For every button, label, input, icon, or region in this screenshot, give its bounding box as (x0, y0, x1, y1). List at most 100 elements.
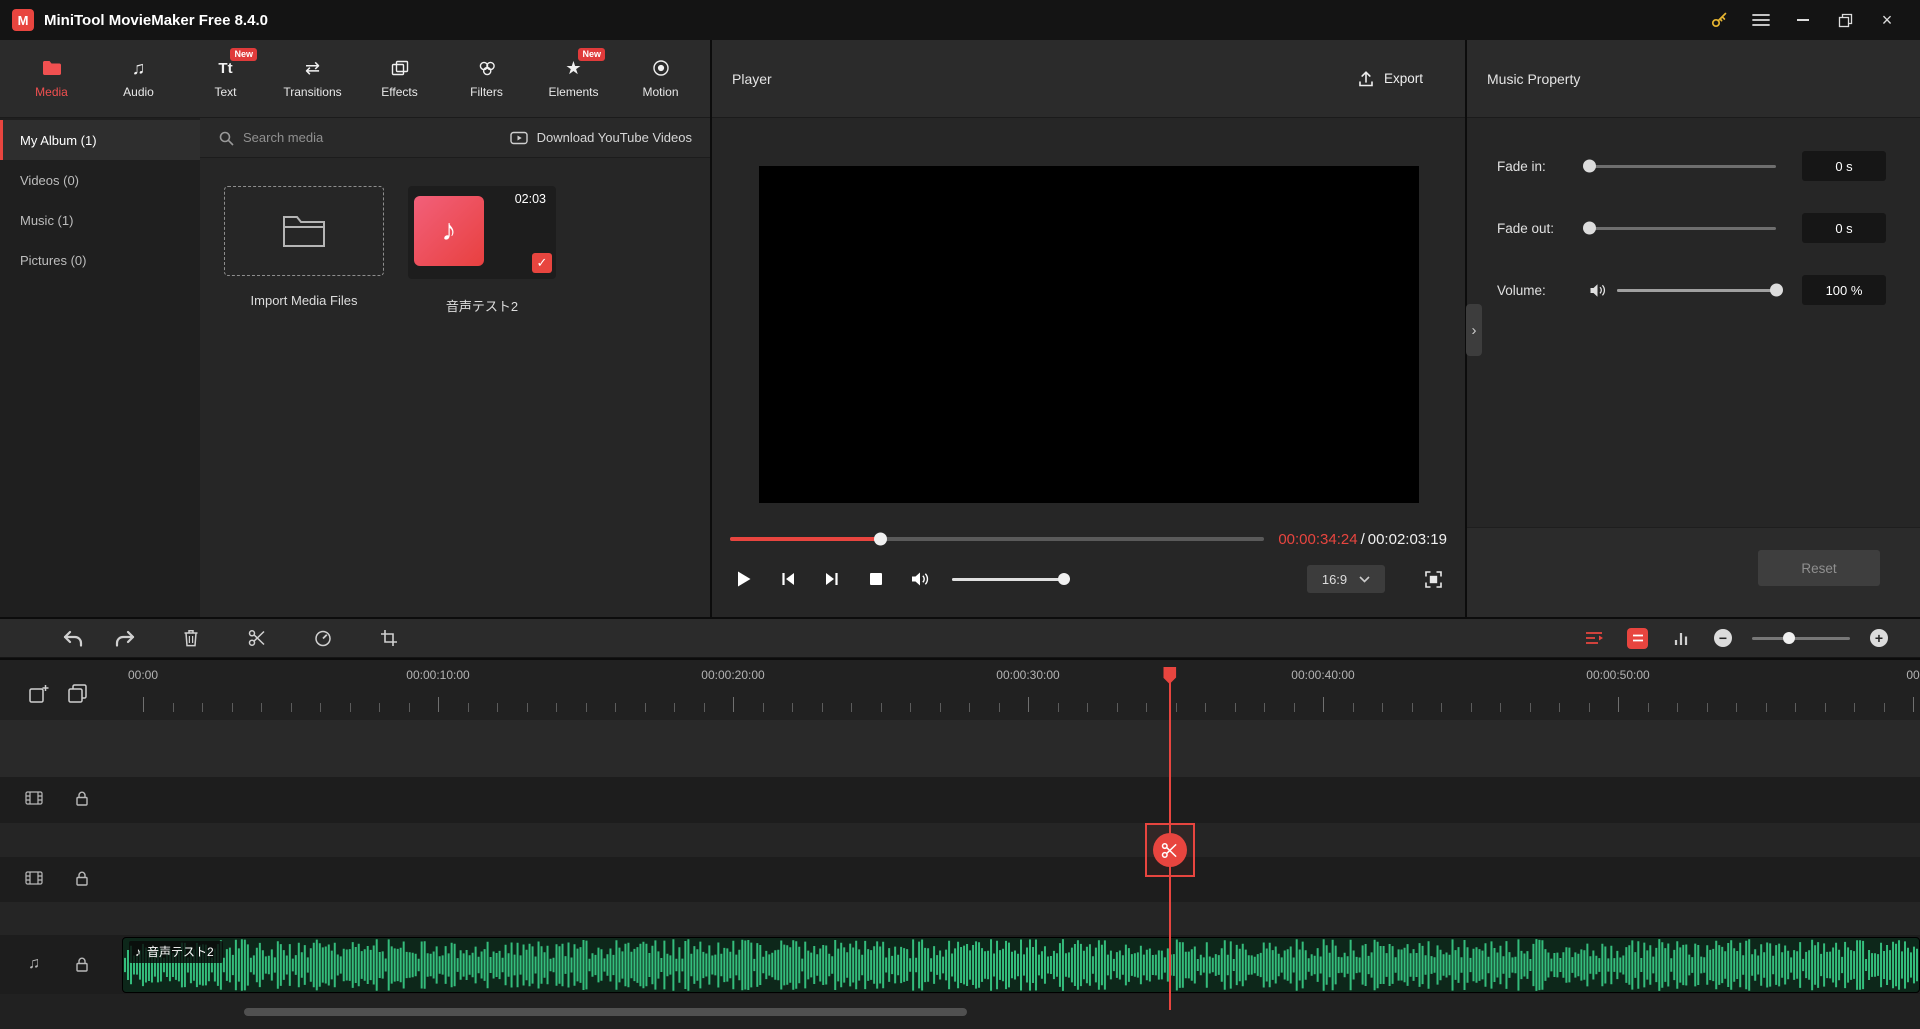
download-youtube-link[interactable]: Download YouTube Videos (509, 130, 692, 145)
next-frame-button[interactable] (820, 567, 844, 591)
film-track-icon (24, 868, 44, 888)
close-button[interactable]: × (1866, 0, 1908, 40)
media-item-name: 音声テスト2 (445, 299, 519, 314)
clip-label-chip: ♪ 音声テスト2 (129, 941, 223, 963)
music-note-icon: ♪ (441, 214, 457, 247)
lock-icon[interactable] (72, 788, 92, 808)
sidebar-item-my-album[interactable]: My Album (1) (0, 120, 200, 160)
timeline-canvas[interactable]: 00:00 00:00:10:00 00:00:20:00 00:00:30:00 00… (122, 660, 1920, 1029)
tab-transitions[interactable]: ⇄ Transitions (269, 40, 356, 117)
minimize-button[interactable] (1782, 0, 1824, 40)
aspect-ratio-value: 16:9 (1321, 571, 1348, 587)
seek-bar[interactable] (730, 532, 1265, 546)
player-title: Player (732, 70, 772, 87)
speed-icon[interactable] (310, 625, 336, 651)
audio-meter-icon[interactable] (1668, 625, 1694, 651)
menu-icon[interactable] (1740, 0, 1782, 40)
export-icon (1357, 70, 1375, 88)
music-volume-value: 100 % (1802, 275, 1886, 305)
selected-check-icon[interactable]: ✓ (532, 253, 552, 273)
stop-button[interactable] (864, 567, 888, 591)
sidebar-item-videos[interactable]: Videos (0) (0, 160, 200, 200)
new-badge: New (230, 48, 257, 61)
reset-button[interactable]: Reset (1758, 550, 1880, 586)
zoom-out-icon[interactable]: − (1714, 629, 1732, 647)
text-icon: Tt (218, 59, 233, 77)
maximize-button[interactable] (1824, 0, 1866, 40)
volume-thumb[interactable] (1058, 573, 1071, 585)
volume-row: Volume: 100 % (1497, 268, 1886, 312)
sidebar-item-music[interactable]: Music (1) (0, 200, 200, 240)
timeline-zoom-slider[interactable] (1752, 632, 1850, 644)
music-track-header: ♫ (24, 954, 92, 974)
manage-tracks-icon[interactable] (66, 682, 88, 704)
ruler-label: 00:00:20:00 (701, 668, 765, 682)
tab-filters[interactable]: Filters (443, 40, 530, 117)
timeline-ruler[interactable]: 00:00 00:00:10:00 00:00:20:00 00:00:30:00 00… (122, 660, 1920, 718)
timeline-toolbar-right: − + (1581, 625, 1920, 651)
track2-header (24, 868, 92, 888)
media-item-card[interactable]: ♪ 02:03 ✓ (408, 186, 556, 279)
previous-frame-button[interactable] (776, 567, 800, 591)
fade-out-thumb[interactable] (1583, 221, 1596, 235)
tab-label: Filters (470, 85, 503, 99)
add-track-icon[interactable] (28, 682, 50, 704)
tab-elements[interactable]: New ★ Elements (530, 40, 617, 117)
tab-motion[interactable]: Motion (617, 40, 704, 117)
fade-in-thumb[interactable] (1583, 159, 1596, 173)
search-input[interactable]: Search media (243, 130, 323, 145)
fade-in-slider[interactable] (1583, 159, 1776, 173)
timeline-toolbar: − + (0, 619, 1920, 658)
tab-effects[interactable]: Effects (356, 40, 443, 117)
audio-waveform (123, 939, 1919, 991)
music-note-icon: ♫ (131, 58, 146, 78)
undo-icon[interactable] (60, 625, 86, 651)
seek-thumb[interactable] (873, 532, 887, 546)
play-button[interactable] (732, 567, 756, 591)
import-media-tile: Import Media Files (224, 186, 384, 315)
zoom-thumb[interactable] (1783, 632, 1796, 644)
music-volume-slider[interactable] (1617, 283, 1783, 297)
horizontal-scrollbar[interactable] (244, 1008, 967, 1016)
track-manager-icon[interactable] (1627, 627, 1648, 649)
total-time: 00:02:03:19 (1367, 530, 1447, 548)
collapse-panel-handle[interactable]: › (1466, 304, 1482, 356)
import-media-label: Import Media Files (250, 293, 358, 308)
tab-audio[interactable]: ♫ Audio (95, 40, 182, 117)
lock-icon[interactable] (72, 868, 92, 888)
zoom-in-icon[interactable]: + (1870, 629, 1888, 647)
delete-icon[interactable] (178, 625, 204, 651)
lock-icon[interactable] (72, 954, 92, 974)
aspect-ratio-select[interactable]: 16:9 (1307, 565, 1385, 593)
ruler-label: 00:00:30:00 (996, 668, 1060, 682)
crop-icon[interactable] (376, 625, 402, 651)
album-label: Music (1) (20, 212, 74, 228)
property-title: Music Property (1487, 70, 1581, 87)
tab-media[interactable]: Media (8, 40, 95, 117)
license-key-icon[interactable] (1698, 0, 1740, 40)
seek-progress (730, 532, 887, 546)
music-volume-thumb[interactable] (1770, 283, 1783, 297)
video-preview[interactable] (758, 166, 1419, 503)
fullscreen-button[interactable] (1421, 567, 1445, 591)
search-row: Search media Download YouTube Videos (200, 118, 710, 158)
tab-text[interactable]: New Tt Text (182, 40, 269, 117)
scissors-icon[interactable] (1152, 833, 1187, 867)
import-media-button[interactable] (224, 186, 384, 276)
volume-slider[interactable] (952, 573, 1071, 585)
export-label: Export (1383, 71, 1423, 86)
export-button[interactable]: Export (1357, 70, 1445, 88)
effects-icon (391, 58, 409, 78)
redo-icon[interactable] (112, 625, 138, 651)
sidebar-item-pictures[interactable]: Pictures (0) (0, 240, 200, 280)
split-icon[interactable] (244, 625, 270, 651)
fade-out-slider[interactable] (1583, 221, 1776, 235)
tab-label: Audio (123, 85, 154, 99)
mute-button[interactable] (908, 567, 932, 591)
audio-clip[interactable]: ♪ 音声テスト2 (122, 937, 1920, 993)
current-time: 00:00:34:24 (1278, 530, 1358, 548)
split-tool[interactable] (1144, 823, 1195, 877)
fit-timeline-icon[interactable] (1581, 625, 1607, 651)
tab-label: Text (214, 85, 237, 99)
timeline: ♫ 00:00 00:00:10:00 00:00:20:00 00:00:30:00… (0, 660, 1920, 1029)
